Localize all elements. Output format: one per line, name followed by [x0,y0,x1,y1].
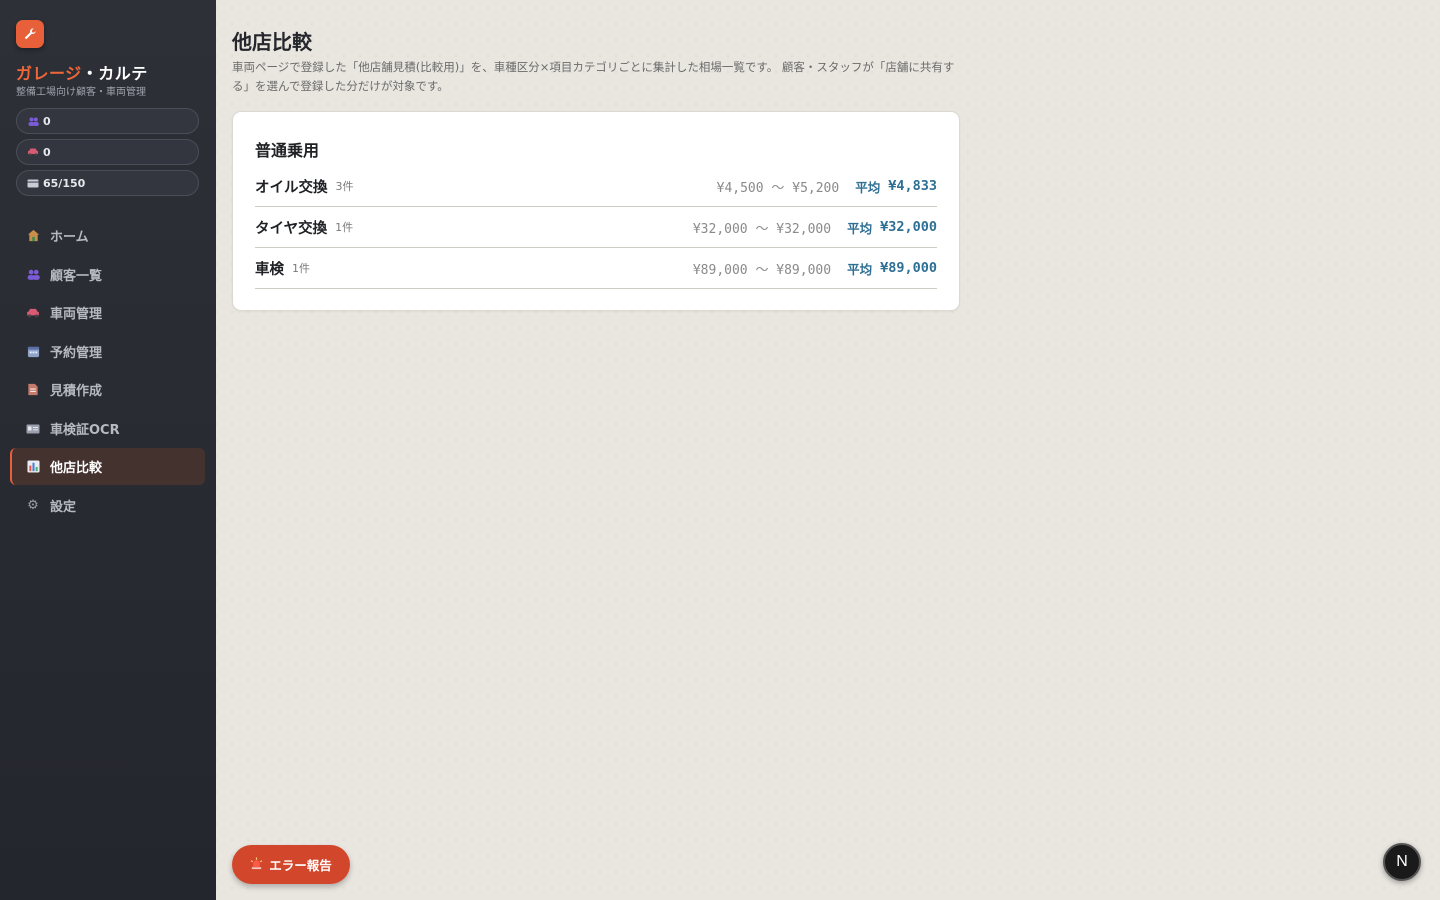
nav-vehicles[interactable]: 車両管理 [10,294,205,331]
average-label: 平均 [847,220,873,236]
table-row: 車検 1件 ¥89,000 〜 ¥89,000 平均 ¥89,000 [255,248,937,289]
nav-ocr[interactable]: 車検証OCR [10,410,205,447]
nav-comparison[interactable]: 他店比較 [10,448,205,485]
average-label: 平均 [847,261,873,277]
comparison-card: 普通乗用 オイル交換 3件 ¥4,500 〜 ¥5,200 平均 ¥4,833 … [232,111,960,311]
n-logo-icon[interactable]: N [1383,843,1421,881]
gear-icon: ⚙ [27,498,39,513]
stat-vehicles-value: 0 [43,145,51,159]
brand-primary: ガレージ [16,64,82,83]
nav-home-label: ホーム [50,230,89,245]
page-title: 他店比較 [232,30,312,54]
price-range: ¥89,000 〜 ¥89,000 [692,262,832,278]
error-report-label: エラー報告 [269,859,332,873]
nav-settings[interactable]: ⚙ 設定 [10,487,205,524]
item-count: 3件 [335,180,354,193]
stat-usage-value: 65/150 [43,176,86,190]
average-price: ¥32,000 [880,219,937,235]
brand-separator: ・ [81,64,99,83]
sidebar: ガレージ・カルテ 整備工場向け顧客・車両管理 0 0 65/150 ホーム 顧客… [0,0,216,900]
home-icon [26,229,40,243]
section-title: 普通乗用 [255,141,320,160]
nav-customers[interactable]: 顧客一覧 [10,256,205,293]
document-icon [26,383,40,397]
price-range: ¥4,500 〜 ¥5,200 [716,180,840,196]
stat-customers: 0 [16,108,199,134]
table-row: オイル交換 3件 ¥4,500 〜 ¥5,200 平均 ¥4,833 [255,166,937,207]
nav-estimates[interactable]: 見積作成 [10,371,205,408]
people-icon [27,117,39,126]
item-name: オイル交換 [255,179,328,196]
brand-secondary: カルテ [98,64,148,83]
average-price: ¥89,000 [880,260,937,276]
nav-home[interactable]: ホーム [10,217,205,254]
car-icon [26,306,40,320]
item-name: 車検 [255,261,284,278]
error-report-button[interactable]: エラー報告 [232,845,350,884]
app-subtitle: 整備工場向け顧客・車両管理 [16,87,146,98]
stat-customers-value: 0 [43,114,51,128]
siren-icon [250,856,263,873]
wrench-icon[interactable] [16,20,44,48]
nav-vehicles-label: 車両管理 [50,307,103,322]
average-price: ¥4,833 [888,178,937,194]
price-range: ¥32,000 〜 ¥32,000 [692,221,832,237]
id-card-icon [26,422,40,436]
nav-settings-label: 設定 [50,500,77,515]
app-brand: ガレージ・カルテ [16,60,148,84]
nav-ocr-label: 車検証OCR [50,423,120,438]
people-icon [26,268,40,282]
average-label: 平均 [855,179,881,195]
item-name: タイヤ交換 [255,220,328,237]
item-count: 1件 [292,262,310,275]
nav-customers-label: 顧客一覧 [50,269,103,284]
page-description: 車両ページで登録した「他店舗見積(比較用)」を、車種区分×項目カテゴリごとに集計… [232,60,955,93]
nav-reservations[interactable]: 予約管理 [10,333,205,370]
nav-estimates-label: 見積作成 [50,384,103,399]
table-row: タイヤ交換 1件 ¥32,000 〜 ¥32,000 平均 ¥32,000 [255,207,937,248]
card-icon [27,179,39,188]
calendar-icon [26,345,40,359]
stat-usage: 65/150 [16,170,199,196]
nav-reservations-label: 予約管理 [50,346,103,361]
item-count: 1件 [335,221,354,234]
stat-vehicles: 0 [16,139,199,165]
car-icon [27,148,39,156]
nav-comparison-label: 他店比較 [50,461,103,476]
bar-chart-icon [26,460,40,474]
